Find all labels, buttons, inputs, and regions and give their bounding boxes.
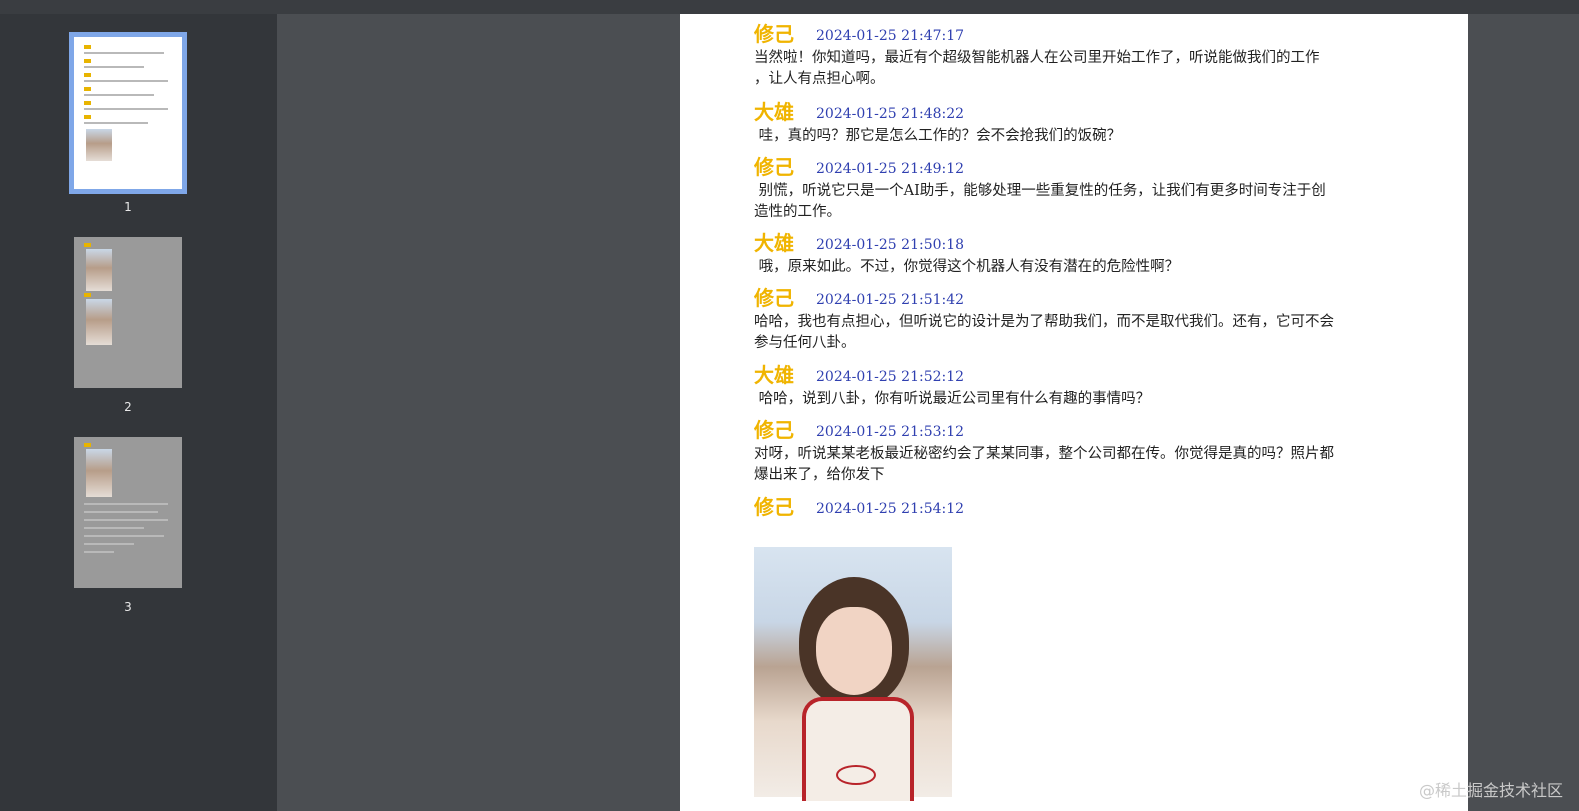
chat-message: 修己 2024-01-25 21:47:17 当然啦！你知道吗，最近有个超级智能机… bbox=[754, 22, 1404, 90]
thumb-line bbox=[84, 80, 168, 82]
thumb-line bbox=[84, 243, 91, 247]
message-text: 哈哈，说到八卦，你有听说最近公司里有什么有趣的事情吗？ bbox=[754, 391, 1151, 407]
chat-message: 大雄 2024-01-25 21:52:12 哈哈，说到八卦，你有听说最近公司里有… bbox=[754, 363, 1404, 410]
sender-name: 修己 bbox=[754, 286, 794, 310]
thumb-line bbox=[84, 551, 114, 553]
chat-message: 修己 2024-01-25 21:53:12 对呀，听说某某老板最近秘密约会了某某… bbox=[754, 418, 1404, 486]
thumb-line bbox=[84, 122, 148, 124]
sender-name: 大雄 bbox=[754, 100, 794, 124]
thumb-line bbox=[84, 443, 91, 447]
thumb-line bbox=[84, 519, 168, 521]
chat-message: 大雄 2024-01-25 21:48:22 哇，真的吗？那它是怎么工作的？会不会… bbox=[754, 100, 1404, 147]
document-page: 修己 2024-01-25 21:47:17 当然啦！你知道吗，最近有个超级智能机… bbox=[680, 14, 1468, 811]
message-text: 哈哈，我也有点担心，但听说它的设计是为了帮助我们，而不是取代我们。还有，它可不会… bbox=[754, 314, 1334, 351]
message-timestamp: 2024-01-25 21:54:12 bbox=[816, 501, 965, 517]
message-timestamp: 2024-01-25 21:47:17 bbox=[816, 28, 965, 44]
thumb-line bbox=[84, 59, 91, 63]
photo-top bbox=[802, 697, 914, 801]
thumb-line bbox=[84, 108, 168, 110]
sender-name: 修己 bbox=[754, 495, 794, 519]
message-timestamp: 2024-01-25 21:50:18 bbox=[816, 237, 965, 253]
page-number-1: 1 bbox=[124, 200, 132, 214]
message-text: 当然啦！你知道吗，最近有个超级智能机器人在公司里开始工作了，听说能做我们的工作 … bbox=[754, 50, 1320, 87]
thumb-line bbox=[84, 66, 144, 68]
message-text: 别慌，听说它只是一个AI助手，能够处理一些重复性的任务，让我们有更多时间专注于创… bbox=[754, 183, 1326, 220]
sender-name: 修己 bbox=[754, 22, 794, 46]
chat-message: 修己 2024-01-25 21:49:12 别慌，听说它只是一个AI助手，能够处… bbox=[754, 155, 1404, 223]
thumb-line bbox=[84, 115, 91, 119]
message-text: 对呀，听说某某老板最近秘密约会了某某同事，整个公司都在传。你觉得是真的吗？照片都… bbox=[754, 446, 1334, 483]
thumb-line bbox=[84, 511, 158, 513]
thumb-line bbox=[84, 535, 164, 537]
sender-name: 大雄 bbox=[754, 363, 794, 387]
chat-message: 修己 2024-01-25 21:54:12 bbox=[754, 495, 1404, 519]
thumb-line bbox=[84, 52, 164, 54]
page-number-3: 3 bbox=[124, 600, 132, 614]
page-thumbnail-3[interactable] bbox=[74, 437, 182, 588]
thumb-photo bbox=[86, 129, 112, 161]
thumb-line bbox=[84, 293, 91, 297]
thumb-photo bbox=[86, 299, 112, 345]
thumb-line bbox=[84, 73, 91, 77]
page-number-2: 2 bbox=[124, 400, 132, 414]
message-timestamp: 2024-01-25 21:51:42 bbox=[816, 292, 965, 308]
sender-name: 修己 bbox=[754, 418, 794, 442]
message-text: 哇，真的吗？那它是怎么工作的？会不会抢我们的饭碗？ bbox=[754, 128, 1122, 144]
sender-name: 修己 bbox=[754, 155, 794, 179]
photo-face bbox=[816, 607, 892, 695]
thumb-line bbox=[84, 503, 168, 505]
photo-logo bbox=[836, 765, 876, 785]
message-timestamp: 2024-01-25 21:52:12 bbox=[816, 369, 965, 385]
thumb-line bbox=[84, 101, 91, 105]
watermark: @稀土掘金技术社区 bbox=[1418, 781, 1563, 800]
sender-name: 大雄 bbox=[754, 231, 794, 255]
thumb-line bbox=[84, 94, 154, 96]
thumb-photo bbox=[86, 249, 112, 291]
thumb-line bbox=[84, 527, 144, 529]
thumb-line bbox=[84, 45, 91, 49]
page-thumbnail-2[interactable] bbox=[74, 237, 182, 388]
message-timestamp: 2024-01-25 21:48:22 bbox=[816, 106, 965, 122]
chat-message: 修己 2024-01-25 21:51:42 哈哈，我也有点担心，但听说它的设计是… bbox=[754, 286, 1404, 354]
attached-photo[interactable] bbox=[754, 547, 952, 801]
chat-message: 大雄 2024-01-25 21:50:18 哦，原来如此。不过，你觉得这个机器人… bbox=[754, 231, 1404, 278]
page-thumbnail-1[interactable] bbox=[69, 32, 187, 194]
thumb-line bbox=[84, 87, 91, 91]
message-timestamp: 2024-01-25 21:53:12 bbox=[816, 424, 965, 440]
top-toolbar bbox=[0, 0, 1579, 14]
thumb-line bbox=[84, 543, 134, 545]
message-timestamp: 2024-01-25 21:49:12 bbox=[816, 161, 965, 177]
message-text: 哦，原来如此。不过，你觉得这个机器人有没有潜在的危险性啊？ bbox=[754, 259, 1180, 275]
thumbnail-sidebar: 1 2 3 bbox=[0, 14, 277, 811]
thumb-photo bbox=[86, 449, 112, 497]
